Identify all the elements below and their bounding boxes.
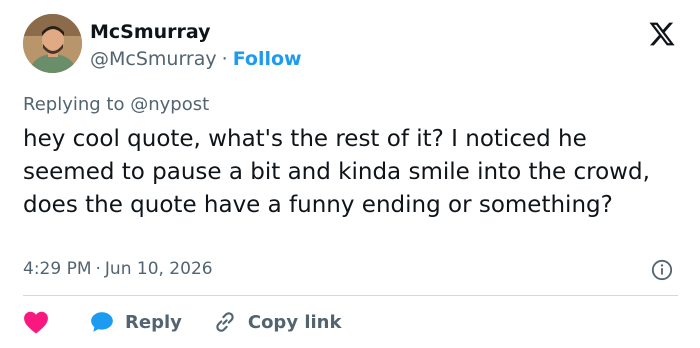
- avatar[interactable]: [23, 14, 82, 73]
- reply-context-prefix: Replying to: [23, 94, 125, 115]
- tweet-time: 4:29 PM: [23, 259, 92, 279]
- reply-context: Replying to @nypost: [23, 94, 209, 115]
- divider: [23, 295, 678, 296]
- heart-icon[interactable]: [23, 310, 49, 334]
- reply-label: Reply: [125, 311, 182, 333]
- copy-link-button[interactable]: Copy link: [212, 309, 342, 335]
- follow-button[interactable]: Follow: [233, 48, 302, 70]
- tweet-text: hey cool quote, what's the rest of it? I…: [23, 126, 650, 218]
- x-logo-icon[interactable]: [648, 20, 676, 48]
- timestamp-separator: ·: [95, 259, 101, 279]
- copy-link-label: Copy link: [247, 311, 342, 333]
- author-handle[interactable]: @McSmurray: [90, 48, 217, 70]
- reply-icon: [91, 312, 113, 332]
- tweet-date: Jun 10, 2026: [104, 259, 213, 279]
- author-handle-row: @McSmurray · Follow: [90, 48, 302, 70]
- handle-separator: ·: [221, 48, 228, 70]
- reply-button[interactable]: Reply: [89, 309, 182, 335]
- tweet-timestamp[interactable]: 4:29 PM · Jun 10, 2026: [23, 259, 213, 279]
- author-name[interactable]: McSmurray: [90, 21, 211, 43]
- link-icon: [216, 312, 234, 332]
- info-icon[interactable]: [651, 259, 673, 281]
- tweet-actions: Reply Copy link: [23, 308, 371, 336]
- reply-target-link[interactable]: @nypost: [130, 94, 209, 115]
